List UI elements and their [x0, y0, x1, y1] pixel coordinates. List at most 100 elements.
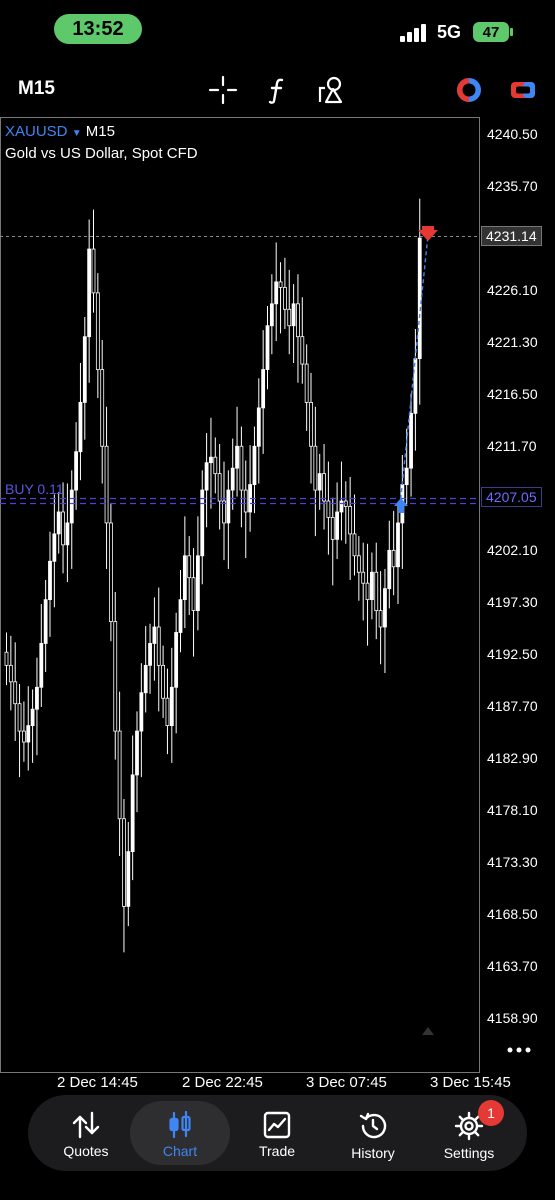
more-icon[interactable]	[506, 1040, 532, 1060]
nav-label: Trade	[258, 1143, 296, 1159]
price-label: 4235.70	[487, 178, 538, 194]
buy-arrow-icon	[394, 498, 408, 513]
candle-body	[191, 577, 196, 611]
candle-body	[17, 703, 22, 732]
status-bar: 13:52 5G 47	[0, 0, 555, 60]
settings-badge: 1	[478, 1100, 504, 1126]
candle-body	[261, 369, 266, 409]
nav-chart[interactable]: Chart	[130, 1101, 230, 1165]
nav-label: Settings	[443, 1145, 495, 1161]
price-label: 4216.50	[487, 386, 538, 402]
candle-body	[139, 692, 144, 732]
candle-body	[322, 473, 326, 502]
candle-body	[374, 571, 379, 611]
candle-body	[161, 664, 166, 699]
price-label: 4168.50	[487, 906, 538, 922]
network-type: 5G	[437, 22, 462, 42]
candle-body	[252, 445, 257, 485]
candle-body	[291, 303, 296, 327]
candle-body	[239, 445, 244, 491]
candle-body	[356, 555, 361, 573]
status-time: 13:52	[54, 14, 142, 44]
candle-body	[195, 555, 200, 611]
candle-body	[378, 610, 383, 628]
symbol-name[interactable]: XAUUSD	[5, 123, 68, 140]
candlestick-plot[interactable]	[0, 117, 555, 1073]
price-label: 4163.70	[487, 958, 538, 974]
signal-icon	[400, 24, 428, 42]
candle-body	[56, 511, 61, 535]
candle-body	[187, 555, 192, 579]
nav-quotes[interactable]: Quotes	[36, 1101, 136, 1165]
indicator-icon[interactable]	[454, 75, 484, 105]
candle-body	[152, 626, 157, 644]
price-label: 4182.90	[487, 750, 538, 766]
chart-timeframe: M15	[85, 123, 115, 140]
timeframe-button[interactable]: M15	[18, 78, 55, 100]
candle-body	[278, 281, 283, 288]
candle-body	[135, 730, 139, 776]
candle-body	[174, 632, 179, 688]
candle-body	[300, 336, 305, 365]
candle-body	[396, 522, 400, 568]
candle-body	[39, 643, 44, 688]
nav-label: Chart	[162, 1143, 198, 1159]
scroll-marker-icon[interactable]	[422, 1027, 434, 1035]
current-price-tag: 4231.14	[481, 226, 542, 246]
nav-trade[interactable]: Trade	[227, 1101, 327, 1165]
bottom-navigation: Quotes Chart Trade History Settings	[28, 1095, 527, 1171]
time-label: 2 Dec 14:45	[57, 1074, 138, 1091]
crosshair-icon[interactable]	[208, 75, 238, 105]
candle-body	[309, 402, 313, 447]
candle-body	[4, 651, 9, 666]
candle-body	[8, 664, 13, 683]
candle-body	[387, 549, 392, 590]
candle-body	[200, 489, 205, 557]
candle-body	[182, 555, 187, 601]
candle-body	[104, 445, 109, 524]
order-label[interactable]: BUY 0.11	[5, 481, 64, 497]
price-label: 4226.10	[487, 282, 538, 298]
price-label: 4187.70	[487, 698, 538, 714]
candle-body	[352, 533, 357, 557]
candle-body	[117, 730, 122, 820]
price-label: 4173.30	[487, 854, 538, 870]
price-label: 4240.50	[487, 126, 538, 142]
candle-body	[74, 451, 78, 491]
candle-body	[87, 248, 92, 338]
candle-body	[409, 412, 413, 469]
chart-icon	[169, 1111, 191, 1139]
function-icon[interactable]	[263, 75, 293, 105]
nav-label: Quotes	[63, 1143, 109, 1159]
candle-body	[413, 358, 418, 414]
candle-body	[383, 588, 387, 628]
candle-body	[287, 308, 292, 327]
price-label: 4202.10	[487, 542, 538, 558]
price-chart[interactable]	[0, 117, 555, 1073]
candle-body	[109, 522, 113, 622]
candles-group	[4, 198, 422, 953]
candle-body	[313, 445, 318, 491]
candle-body	[304, 363, 309, 403]
symbol-dropdown-icon[interactable]: ▼	[72, 128, 82, 139]
candle-body	[130, 774, 135, 853]
nav-history[interactable]: History	[323, 1101, 423, 1165]
chart-header: XAUUSD ▼ M15 Gold vs US Dollar, Spot CFD	[5, 122, 198, 164]
candle-body	[204, 462, 209, 491]
order-price-tag: 4207.05	[481, 487, 542, 507]
candle-body	[222, 500, 226, 524]
candle-body	[404, 467, 409, 485]
objects-icon[interactable]	[317, 75, 347, 105]
candle-body	[169, 686, 174, 727]
chart-frame	[0, 117, 480, 1073]
nav-settings[interactable]: Settings	[419, 1101, 519, 1165]
candle-body	[274, 281, 279, 305]
time-label: 2 Dec 22:45	[182, 1074, 263, 1091]
time-label: 3 Dec 07:45	[306, 1074, 387, 1091]
candle-body	[156, 626, 161, 666]
candle-body	[282, 286, 287, 310]
price-label: 4178.10	[487, 802, 538, 818]
time-label: 3 Dec 15:45	[430, 1074, 511, 1091]
account-icon[interactable]	[508, 75, 538, 105]
trade-icon	[263, 1111, 291, 1139]
